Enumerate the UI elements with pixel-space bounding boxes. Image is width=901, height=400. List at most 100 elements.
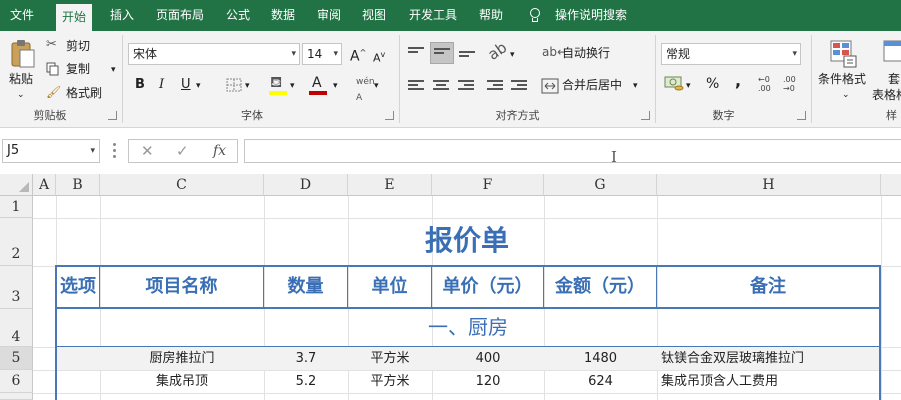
borders-dropdown-arrow[interactable]: ▾	[245, 78, 250, 94]
align-center-icon[interactable]	[433, 80, 449, 92]
wrap-text-button[interactable]: 自动换行	[562, 45, 610, 61]
number-format-select[interactable]: 常规 ▾	[661, 43, 801, 65]
column-header-partial[interactable]	[881, 174, 901, 196]
font-launcher-icon[interactable]	[385, 111, 394, 120]
underline-dropdown-arrow[interactable]: ▾	[196, 78, 201, 94]
confirm-entry-icon[interactable]: ✓	[176, 140, 189, 162]
column-header-a[interactable]: A	[33, 174, 56, 196]
shrink-font-button[interactable]: Av	[373, 47, 385, 67]
orientation-dropdown-arrow[interactable]: ▾	[510, 47, 515, 63]
table-cell-amount[interactable]: 624	[544, 371, 657, 393]
header-unit[interactable]: 单位	[348, 266, 431, 308]
row-header-6[interactable]: 6	[0, 370, 33, 393]
table-cell-unit-price[interactable]: 120	[432, 371, 544, 393]
column-header-c[interactable]: C	[100, 174, 264, 196]
tab-page-layout[interactable]: 页面布局	[156, 0, 204, 31]
column-header-h[interactable]: H	[657, 174, 881, 196]
table-cell-unit[interactable]: 平方米	[348, 371, 432, 393]
borders-icon[interactable]	[226, 78, 242, 92]
table-cell-remarks[interactable]: 集成吊顶含人工费用	[657, 371, 879, 393]
align-right-icon[interactable]	[458, 80, 474, 92]
column-header-d[interactable]: D	[264, 174, 348, 196]
phonetic-icon[interactable]: wén A	[356, 74, 375, 106]
font-size-select[interactable]: 14 ▾	[302, 43, 342, 65]
table-cell-item-name[interactable]: 集成吊顶	[100, 371, 264, 393]
cancel-entry-icon[interactable]: ✕	[141, 140, 154, 162]
orientation-icon[interactable]: ab	[485, 38, 511, 63]
header-item-name[interactable]: 项目名称	[100, 266, 263, 308]
conditional-formatting-dropdown-arrow[interactable]: ⌄	[842, 87, 850, 103]
tab-home[interactable]: 开始	[56, 4, 93, 31]
alignment-launcher-icon[interactable]	[641, 111, 650, 120]
number-launcher-icon[interactable]	[797, 111, 806, 120]
table-cell-option[interactable]	[57, 348, 99, 370]
sheet-title[interactable]: 报价单	[33, 218, 901, 264]
insert-function-icon[interactable]: fx	[213, 140, 226, 162]
grow-font-button[interactable]: A^	[350, 45, 366, 65]
table-cell-unit[interactable]: 平方米	[348, 348, 432, 370]
underline-button[interactable]: U	[181, 77, 191, 93]
header-remarks[interactable]: 备注	[657, 266, 879, 308]
table-cell-quantity[interactable]: 5.2	[264, 371, 348, 393]
header-amount[interactable]: 金额（元）	[544, 266, 656, 308]
table-cell-item-name[interactable]: 厨房推拉门	[100, 348, 264, 370]
increase-decimal-icon[interactable]: ←0.00	[758, 75, 771, 93]
table-cell-option[interactable]	[57, 371, 99, 393]
row-header-4[interactable]: 4	[0, 309, 33, 347]
decrease-indent-icon[interactable]	[487, 80, 503, 92]
align-bottom-icon[interactable]	[459, 51, 475, 63]
format-as-table-label[interactable]: 表格格	[872, 87, 901, 103]
header-unit-price[interactable]: 单价（元）	[432, 266, 543, 308]
row-header-2[interactable]: 2	[0, 218, 33, 266]
copy-button[interactable]: 复制	[66, 61, 90, 77]
column-header-e[interactable]: E	[348, 174, 432, 196]
align-top-icon[interactable]	[408, 47, 424, 59]
tab-insert[interactable]: 插入	[110, 0, 134, 31]
name-box[interactable]: J5 ▾	[2, 139, 100, 163]
font-name-select[interactable]: 宋体 ▾	[128, 43, 300, 65]
percent-style-button[interactable]: %	[706, 76, 719, 92]
table-cell-remarks[interactable]: 钛镁合金双层玻璃推拉门	[657, 348, 879, 370]
column-header-b[interactable]: B	[56, 174, 100, 196]
column-header-f[interactable]: F	[432, 174, 544, 196]
copy-dropdown-arrow[interactable]: ▾	[111, 62, 116, 78]
font-color-dropdown-arrow[interactable]: ▾	[333, 78, 338, 94]
tab-review[interactable]: 审阅	[317, 0, 341, 31]
paste-dropdown-arrow[interactable]: ⌄	[17, 87, 25, 103]
clipboard-launcher-icon[interactable]	[108, 111, 117, 120]
conditional-formatting-button[interactable]: 条件格式	[818, 71, 866, 87]
tab-data[interactable]: 数据	[271, 0, 295, 31]
tab-formulas[interactable]: 公式	[226, 0, 250, 31]
tab-developer[interactable]: 开发工具	[409, 0, 457, 31]
italic-button[interactable]: I	[159, 77, 164, 93]
decrease-decimal-icon[interactable]: .00 →0	[783, 75, 796, 93]
accounting-format-icon[interactable]	[664, 75, 684, 91]
merge-center-button[interactable]: 合并后居中	[562, 77, 622, 93]
formula-input[interactable]	[244, 139, 901, 163]
font-color-button[interactable]: A	[312, 75, 322, 91]
fill-color-dropdown-arrow[interactable]: ▾	[290, 78, 295, 94]
tab-help[interactable]: 帮助	[479, 0, 503, 31]
tab-file[interactable]: 文件	[10, 0, 34, 31]
bold-button[interactable]: B	[135, 77, 145, 93]
row-header-1[interactable]: 1	[0, 196, 33, 218]
fill-color-icon[interactable]: ⛾	[270, 74, 282, 90]
format-painter-button[interactable]: 格式刷	[66, 85, 102, 101]
table-cell-unit-price[interactable]: 400	[432, 348, 544, 370]
section-heading[interactable]: 一、厨房	[56, 309, 880, 346]
increase-indent-icon[interactable]	[511, 80, 527, 92]
row-header-3[interactable]: 3	[0, 266, 33, 309]
select-all-corner[interactable]	[0, 174, 33, 196]
align-left-icon[interactable]	[408, 80, 424, 92]
cut-button[interactable]: 剪切	[66, 38, 90, 54]
tab-view[interactable]: 视图	[362, 0, 386, 31]
formula-bar-grip[interactable]	[113, 143, 116, 159]
accounting-dropdown-arrow[interactable]: ▾	[686, 78, 691, 94]
comma-style-button[interactable]: ,	[735, 73, 741, 89]
table-cell-quantity[interactable]: 3.7	[264, 348, 348, 370]
column-header-g[interactable]: G	[544, 174, 657, 196]
format-as-table-button[interactable]: 套	[888, 71, 900, 87]
header-quantity[interactable]: 数量	[264, 266, 347, 308]
paste-button[interactable]: 粘贴	[9, 71, 33, 87]
row-header-5[interactable]: 5	[0, 347, 33, 370]
